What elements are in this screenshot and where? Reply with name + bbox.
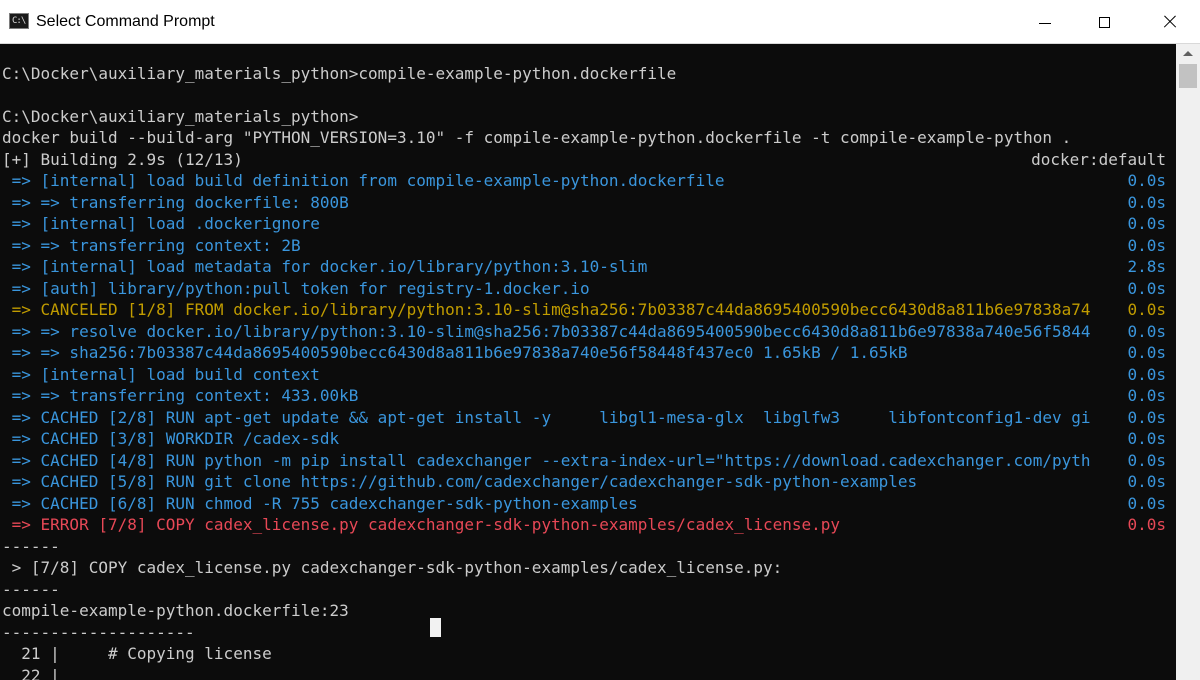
build-step-line: => => transferring dockerfile: 800B 0.0s xyxy=(2,193,1166,212)
scroll-up-button[interactable] xyxy=(1176,44,1200,62)
build-step-line: => CACHED [3/8] WORKDIR /cadex-sdk 0.0s xyxy=(2,429,1166,448)
minimize-button[interactable] xyxy=(1018,0,1072,44)
build-step-line: => CACHED [6/8] RUN chmod -R 755 cadexch… xyxy=(2,494,1166,513)
build-step-line: => CACHED [4/8] RUN python -m pip instal… xyxy=(2,451,1166,470)
step-duration: 0.0s xyxy=(1127,171,1166,190)
step-duration: 0.0s xyxy=(1127,365,1166,384)
maximize-button[interactable] xyxy=(1077,0,1131,44)
builder-name: docker:default xyxy=(1031,150,1166,169)
chevron-up-icon xyxy=(1183,50,1193,56)
error-step-line: => ERROR [7/8] COPY cadex_license.py cad… xyxy=(2,515,1166,534)
step-duration: 0.0s xyxy=(1127,451,1166,470)
step-duration: 0.0s xyxy=(1127,279,1166,298)
step-duration: 2.8s xyxy=(1127,257,1166,276)
cmd-icon-text: C:\ xyxy=(12,16,26,26)
step-duration: 0.0s xyxy=(1127,322,1166,341)
build-step-line: => [internal] load metadata for docker.i… xyxy=(2,257,1166,276)
build-step-line: => [auth] library/python:pull token for … xyxy=(2,279,1166,298)
build-step-line: => => sha256:7b03387c44da8695400590becc6… xyxy=(2,343,1166,362)
canceled-step-line: => CANCELED [1/8] FROM docker.io/library… xyxy=(2,300,1166,319)
step-duration: 0.0s xyxy=(1127,214,1166,233)
close-button[interactable] xyxy=(1140,0,1200,44)
step-duration: 0.0s xyxy=(1127,300,1166,319)
title-bar[interactable]: C:\ Select Command Prompt xyxy=(0,0,1200,44)
window-title: Select Command Prompt xyxy=(36,13,215,30)
step-duration: 0.0s xyxy=(1127,494,1166,513)
terminal-line: [+] Building 2.9s (12/13) docker:default xyxy=(2,150,1166,169)
step-duration: 0.0s xyxy=(1127,472,1166,491)
build-step-line: => [internal] load build context 0.0s xyxy=(2,365,1166,384)
minimize-icon xyxy=(1039,22,1051,24)
text-cursor xyxy=(430,618,441,637)
cmd-icon[interactable]: C:\ xyxy=(9,13,29,29)
build-step-line: => [internal] load build definition from… xyxy=(2,171,1166,190)
vertical-scrollbar[interactable] xyxy=(1176,44,1200,680)
step-duration: 0.0s xyxy=(1127,429,1166,448)
build-step-line: => => transferring context: 2B 0.0s xyxy=(2,236,1166,255)
step-duration: 0.0s xyxy=(1127,408,1166,427)
close-icon xyxy=(1163,15,1177,29)
scrollbar-thumb[interactable] xyxy=(1179,64,1197,88)
step-duration: 0.0s xyxy=(1127,386,1166,405)
build-step-line: => => transferring context: 433.00kB 0.0s xyxy=(2,386,1166,405)
step-duration: 0.0s xyxy=(1127,193,1166,212)
terminal-output[interactable]: C:\Docker\auxiliary_materials_python>com… xyxy=(0,44,1176,680)
step-duration: 0.0s xyxy=(1127,236,1166,255)
maximize-icon xyxy=(1098,16,1110,28)
step-duration: 0.0s xyxy=(1127,343,1166,362)
build-step-line: => CACHED [5/8] RUN git clone https://gi… xyxy=(2,472,1166,491)
step-duration: 0.0s xyxy=(1127,515,1166,534)
build-step-line: => => resolve docker.io/library/python:3… xyxy=(2,322,1166,341)
build-step-line: => CACHED [2/8] RUN apt-get update && ap… xyxy=(2,408,1166,427)
build-step-line: => [internal] load .dockerignore 0.0s xyxy=(2,214,1166,233)
